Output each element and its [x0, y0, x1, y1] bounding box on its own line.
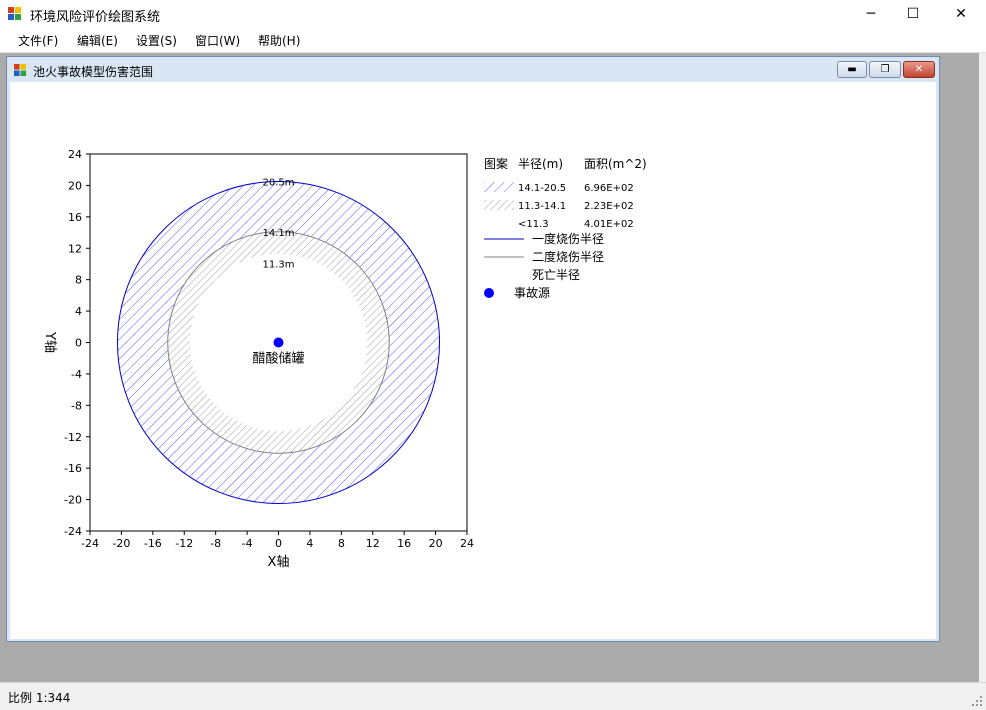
legend-header-1: 图案 — [484, 156, 508, 171]
menu-edit[interactable]: 编辑(E) — [77, 32, 118, 49]
legend-line-label-3: 死亡半径 — [532, 268, 580, 282]
source-label: 醋酸储罐 — [252, 351, 304, 367]
legend-swatch-2 — [484, 200, 514, 210]
y-tick-label: 0 — [75, 337, 82, 350]
menu-window[interactable]: 窗口(W) — [195, 32, 240, 49]
radius-label-2: 14.1m — [262, 228, 294, 239]
legend-swatch-1 — [484, 182, 514, 192]
x-tick-label: 0 — [275, 537, 282, 550]
app-title: 环境风险评价绘图系统 — [30, 10, 161, 25]
x-tick-label: -24 — [81, 537, 99, 550]
x-tick-label: 20 — [429, 537, 443, 550]
y-tick-label: 24 — [68, 148, 82, 161]
x-axis-label: X轴 — [268, 555, 290, 570]
child-window: 池火事故模型伤害范围 ▬ ❐ ✕ 20.5m 14.1m 11.3m 醋酸储罐 -24-… — [6, 56, 940, 642]
legend-range-1: 14.1-20.5 — [518, 183, 566, 194]
child-close-button[interactable]: ✕ — [903, 61, 935, 78]
radius-label-1: 20.5m — [262, 177, 294, 188]
x-tick-label: 8 — [338, 537, 345, 550]
radius-label-3: 11.3m — [262, 260, 294, 271]
accident-source-point — [273, 337, 284, 348]
x-tick-label: -16 — [144, 537, 162, 550]
legend-marker-label: 事故源 — [514, 285, 550, 300]
legend-line-label-1: 一度烧伤半径 — [532, 231, 604, 246]
y-tick-label: -20 — [64, 494, 82, 507]
child-window-title: 池火事故模型伤害范围 — [33, 65, 154, 79]
x-tick-label: -8 — [210, 537, 221, 550]
x-tick-label: 16 — [397, 537, 411, 550]
child-window-icon — [14, 64, 27, 77]
menu-settings[interactable]: 设置(S) — [136, 32, 177, 49]
y-tick-label: -4 — [71, 368, 82, 381]
y-tick-label: -12 — [64, 431, 82, 444]
x-tick-label: 12 — [366, 537, 380, 550]
app-icon — [8, 7, 21, 20]
legend-line-label-2: 二度烧伤半径 — [532, 249, 604, 264]
scale-status: 比例 1:344 — [8, 691, 71, 705]
y-tick-label: -16 — [64, 462, 82, 475]
y-tick-label: -24 — [64, 525, 82, 538]
close-button[interactable]: ✕ — [938, 0, 984, 28]
y-tick-label: 4 — [75, 305, 82, 318]
menu-help[interactable]: 帮助(H) — [258, 32, 300, 49]
maximize-button[interactable]: ☐ — [890, 0, 936, 28]
menu-file[interactable]: 文件(F) — [18, 32, 58, 49]
resize-grip-icon[interactable] — [972, 696, 982, 706]
chart-svg: 20.5m 14.1m 11.3m 醋酸储罐 -24 -20 -16 -12 -8 -4 0 4 8 12… — [42, 148, 647, 570]
legend-marker-dot — [484, 288, 494, 298]
x-tick-label: 4 — [306, 537, 313, 550]
app-titlebar: 环境风险评价绘图系统 ─ ☐ ✕ — [0, 0, 986, 28]
legend-area-2: 2.23E+02 — [584, 201, 634, 212]
child-restore-button[interactable]: ❐ — [869, 61, 901, 78]
legend-header-2: 半径(m) — [518, 157, 563, 171]
x-tick-label: -12 — [175, 537, 193, 550]
legend-range-3: <11.3 — [518, 219, 549, 230]
legend-area-1: 6.96E+02 — [584, 183, 634, 194]
right-edge-strip — [979, 53, 986, 682]
y-tick-label: -8 — [71, 399, 82, 412]
minimize-button[interactable]: ─ — [848, 0, 894, 28]
x-tick-label: 24 — [460, 537, 474, 550]
y-axis-label: Y轴 — [42, 331, 57, 353]
legend-header-3: 面积(m^2) — [584, 157, 647, 171]
legend-area-3: 4.01E+02 — [584, 219, 634, 230]
y-tick-label: 12 — [68, 242, 82, 255]
child-minimize-button[interactable]: ▬ — [837, 61, 867, 78]
status-bar: 比例 1:344 — [0, 682, 986, 710]
chart-area: 20.5m 14.1m 11.3m 醋酸储罐 -24 -20 -16 -12 -8 -4 0 4 8 12… — [10, 82, 936, 639]
y-tick-label: 16 — [68, 211, 82, 224]
x-tick-label: -20 — [112, 537, 130, 550]
legend-range-2: 11.3-14.1 — [518, 201, 566, 212]
y-tick-label: 8 — [75, 274, 82, 287]
y-tick-label: 20 — [68, 179, 82, 192]
x-tick-label: -4 — [242, 537, 253, 550]
menu-bar: 文件(F) 编辑(E) 设置(S) 窗口(W) 帮助(H) — [0, 28, 986, 53]
